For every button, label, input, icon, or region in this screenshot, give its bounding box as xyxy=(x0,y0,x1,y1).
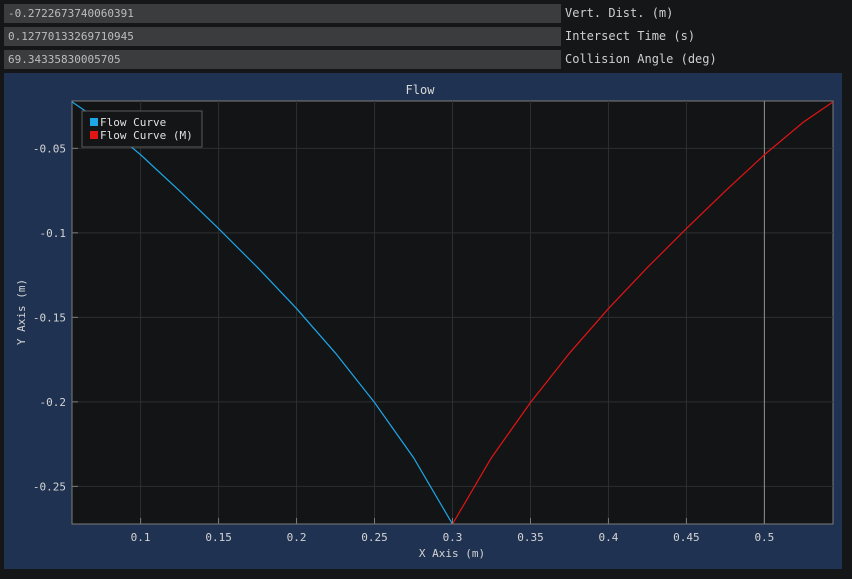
y-axis-title: Y Axis (m) xyxy=(15,279,28,345)
x-tick-label: 0.1 xyxy=(131,531,151,544)
x-tick-label: 0.3 xyxy=(443,531,463,544)
vert-dist-row: Vert. Dist. (m) xyxy=(4,4,852,23)
collision-angle-row: Collision Angle (deg) xyxy=(4,50,852,69)
app-window: Vert. Dist. (m) Intersect Time (s) Colli… xyxy=(0,0,852,579)
x-tick-label: 0.45 xyxy=(673,531,700,544)
y-tick-label: -0.15 xyxy=(33,311,66,324)
x-tick-label: 0.4 xyxy=(599,531,619,544)
vert-dist-input[interactable] xyxy=(4,4,561,23)
legend-label-flow-curve: Flow Curve xyxy=(100,116,166,129)
collision-angle-input[interactable] xyxy=(4,50,561,69)
legend-swatch-flow-curve xyxy=(90,118,98,126)
plot-frame: Flow 0.1 0.15 0.2 0.25 0.3 0.35 0.4 0.45 0.5 -0.… xyxy=(4,73,842,569)
intersect-time-row: Intersect Time (s) xyxy=(4,27,852,46)
x-axis-title: X Axis (m) xyxy=(419,547,485,560)
x-tick-label: 0.15 xyxy=(205,531,232,544)
chart-title: Flow xyxy=(406,83,436,97)
legend-swatch-flow-curve-m xyxy=(90,131,98,139)
collision-angle-label: Collision Angle (deg) xyxy=(565,52,717,66)
y-axis-ticks: -0.05 -0.1 -0.15 -0.2 -0.25 xyxy=(33,142,78,493)
y-tick-label: -0.05 xyxy=(33,142,66,155)
legend: Flow Curve Flow Curve (M) xyxy=(81,110,203,148)
intersect-time-label: Intersect Time (s) xyxy=(565,29,696,43)
flow-chart: Flow 0.1 0.15 0.2 0.25 0.3 0.35 0.4 0.45 0.5 -0.… xyxy=(15,83,834,560)
y-tick-label: -0.2 xyxy=(40,396,67,409)
legend-label-flow-curve-m: Flow Curve (M) xyxy=(100,129,193,142)
x-tick-label: 0.2 xyxy=(287,531,307,544)
vert-dist-label: Vert. Dist. (m) xyxy=(565,6,674,20)
x-tick-label: 0.35 xyxy=(517,531,544,544)
x-tick-label: 0.25 xyxy=(361,531,388,544)
intersect-time-input[interactable] xyxy=(4,27,561,46)
y-tick-label: -0.1 xyxy=(40,227,67,240)
x-tick-label: 0.5 xyxy=(754,531,774,544)
y-tick-label: -0.25 xyxy=(33,480,66,493)
